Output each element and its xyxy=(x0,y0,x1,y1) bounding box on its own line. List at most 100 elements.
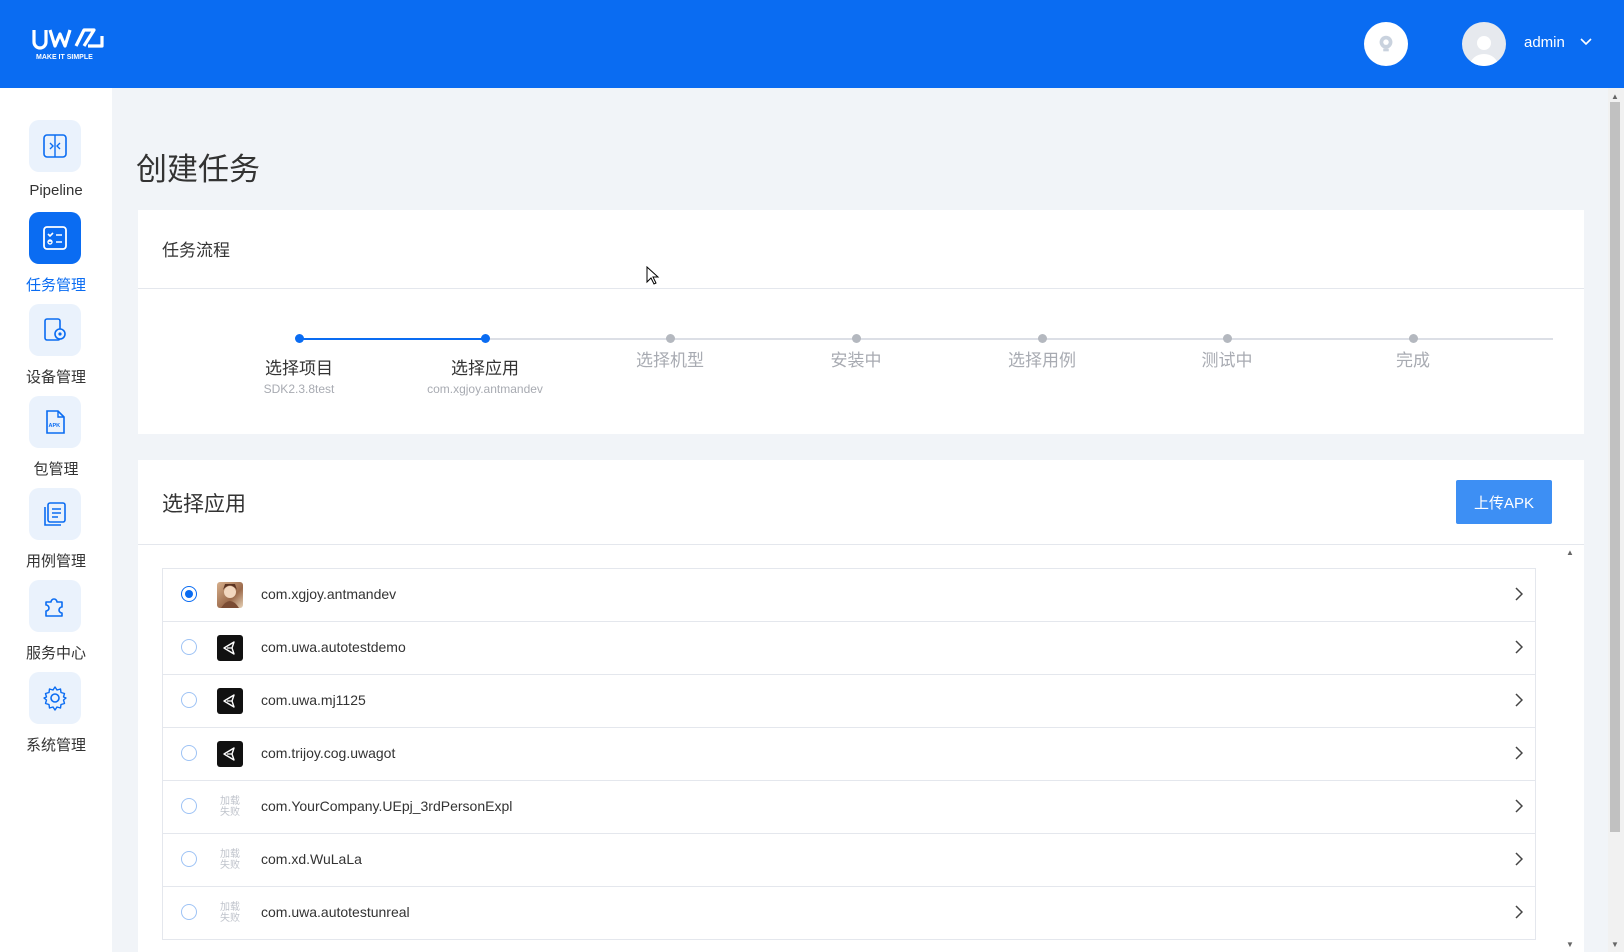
chevron-right-icon[interactable] xyxy=(1515,587,1523,601)
chevron-right-icon[interactable] xyxy=(1515,799,1523,813)
page-scrollbar-thumb[interactable] xyxy=(1610,102,1620,832)
unity-icon xyxy=(217,741,243,767)
sidebar-item-package-management[interactable]: APK 包管理 xyxy=(0,396,112,488)
sidebar-item-label: 用例管理 xyxy=(25,553,86,570)
unity-icon xyxy=(217,688,243,714)
sidebar: Pipeline 任务管理 设备管理 APK 包管理 用例管理 服务中心 系统管… xyxy=(0,88,112,952)
step-title: 完成 xyxy=(1396,351,1430,370)
app-row[interactable]: com.uwa.mj1125 xyxy=(162,674,1536,728)
user-icon xyxy=(1470,36,1498,66)
list-scroll-down-arrow[interactable]: ▼ xyxy=(1566,940,1576,949)
sidebar-item-label: 包管理 xyxy=(33,461,79,478)
load-failed-icon: 加载 失败 xyxy=(217,847,243,873)
select-app-title: 选择应用 xyxy=(162,493,246,516)
step-title: 选择项目 xyxy=(265,359,333,378)
uwa-logo[interactable]: MAKE IT SIMPLE xyxy=(32,26,132,62)
sidebar-item-label: 服务中心 xyxy=(25,645,86,662)
gear-icon xyxy=(29,672,81,724)
svg-text:APK: APK xyxy=(49,423,61,429)
username[interactable]: admin xyxy=(1524,34,1565,51)
scroll-up-arrow[interactable]: ▲ xyxy=(1610,92,1620,101)
step-title: 选择用例 xyxy=(1008,351,1076,370)
app-row[interactable]: com.uwa.autotestdemo xyxy=(162,621,1536,675)
step-dot-pending xyxy=(852,334,861,343)
load-failed-text: 失败 xyxy=(220,860,240,871)
step-subtitle: com.xgjoy.antmandev xyxy=(427,382,543,396)
task-list-icon xyxy=(29,212,81,264)
scroll-down-arrow[interactable]: ▼ xyxy=(1610,940,1620,949)
puzzle-icon xyxy=(29,580,81,632)
app-row[interactable]: com.xgjoy.antmandev xyxy=(162,568,1536,622)
top-header: MAKE IT SIMPLE admin xyxy=(0,0,1624,88)
sidebar-item-label: Pipeline xyxy=(29,182,83,199)
step-title: 选择应用 xyxy=(451,359,519,378)
app-radio[interactable] xyxy=(181,904,197,920)
chevron-right-icon[interactable] xyxy=(1515,693,1523,707)
app-row[interactable]: 加载 失败 com.xd.WuLaLa xyxy=(162,833,1536,887)
lightbulb-icon xyxy=(1379,35,1393,52)
app-row[interactable]: 加载 失败 com.YourCompany.UEpj_3rdPersonExpl xyxy=(162,780,1536,834)
step-dot-done xyxy=(295,334,304,343)
app-thumbnail-icon xyxy=(217,582,243,608)
sidebar-item-label: 设备管理 xyxy=(25,369,86,386)
package-name: com.trijoy.cog.uwagot xyxy=(261,745,396,761)
sidebar-item-testcase-management[interactable]: 用例管理 xyxy=(0,488,112,580)
sidebar-item-service-center[interactable]: 服务中心 xyxy=(0,580,112,672)
chevron-right-icon[interactable] xyxy=(1515,746,1523,760)
load-failed-text: 加载 xyxy=(220,796,240,807)
step-title: 安装中 xyxy=(830,351,882,370)
logo-tagline: MAKE IT SIMPLE xyxy=(36,54,93,61)
task-flow-card: 任务流程 选择项目 SDK2.3.8test 选择应用 com.xgjoy.an… xyxy=(138,210,1584,434)
app-row[interactable]: 加载 失败 com.uwa.autotestunreal xyxy=(162,886,1536,940)
sidebar-item-label: 任务管理 xyxy=(25,277,86,294)
chevron-right-icon[interactable] xyxy=(1515,905,1523,919)
upload-apk-button[interactable]: 上传APK xyxy=(1456,480,1552,524)
load-failed-icon: 加载 失败 xyxy=(217,900,243,926)
step-dot-done xyxy=(481,334,490,343)
chevron-right-icon[interactable] xyxy=(1515,640,1523,654)
pipeline-icon xyxy=(29,120,81,172)
step-pending-line xyxy=(485,338,1553,340)
user-avatar[interactable] xyxy=(1462,22,1506,66)
app-radio[interactable] xyxy=(181,586,197,602)
step-title: 测试中 xyxy=(1201,351,1253,370)
app-radio[interactable] xyxy=(181,745,197,761)
list-scroll-up-arrow[interactable]: ▲ xyxy=(1566,548,1576,557)
device-icon xyxy=(29,304,81,356)
mouse-cursor-icon xyxy=(646,266,660,285)
task-steps: 选择项目 SDK2.3.8test 选择应用 com.xgjoy.antmand… xyxy=(138,210,1584,434)
tips-button[interactable] xyxy=(1364,22,1408,66)
package-name: com.uwa.mj1125 xyxy=(261,692,366,708)
sidebar-item-device-management[interactable]: 设备管理 xyxy=(0,304,112,396)
package-name: com.YourCompany.UEpj_3rdPersonExpl xyxy=(261,798,513,814)
step-title: 选择机型 xyxy=(636,351,704,370)
step-subtitle: SDK2.3.8test xyxy=(263,382,335,396)
step-dot-pending xyxy=(1223,334,1232,343)
app-row[interactable]: com.trijoy.cog.uwagot xyxy=(162,727,1536,781)
app-radio[interactable] xyxy=(181,851,197,867)
step-progress-line xyxy=(299,338,485,340)
package-name: com.xgjoy.antmandev xyxy=(261,586,397,602)
load-failed-text: 加载 xyxy=(220,849,240,860)
page-title: 创建任务 xyxy=(136,152,260,187)
step-dot-pending xyxy=(666,334,675,343)
sidebar-item-system-management[interactable]: 系统管理 xyxy=(0,672,112,764)
sidebar-item-label: 系统管理 xyxy=(25,737,86,754)
package-name: com.uwa.autotestunreal xyxy=(261,904,410,920)
load-failed-text: 失败 xyxy=(220,807,240,818)
testcase-icon xyxy=(29,488,81,540)
step-dot-pending xyxy=(1038,334,1047,343)
chevron-down-icon[interactable] xyxy=(1580,38,1592,46)
package-name: com.xd.WuLaLa xyxy=(261,851,362,867)
load-failed-icon: 加载 失败 xyxy=(217,794,243,820)
apk-icon: APK xyxy=(29,396,81,448)
sidebar-item-pipeline[interactable]: Pipeline xyxy=(0,120,112,212)
package-name: com.uwa.autotestdemo xyxy=(261,639,406,655)
app-radio[interactable] xyxy=(181,639,197,655)
app-radio[interactable] xyxy=(181,692,197,708)
chevron-right-icon[interactable] xyxy=(1515,852,1523,866)
app-radio[interactable] xyxy=(181,798,197,814)
sidebar-item-task-management[interactable]: 任务管理 xyxy=(0,212,112,304)
unity-icon xyxy=(217,635,243,661)
step-dot-pending xyxy=(1409,334,1418,343)
